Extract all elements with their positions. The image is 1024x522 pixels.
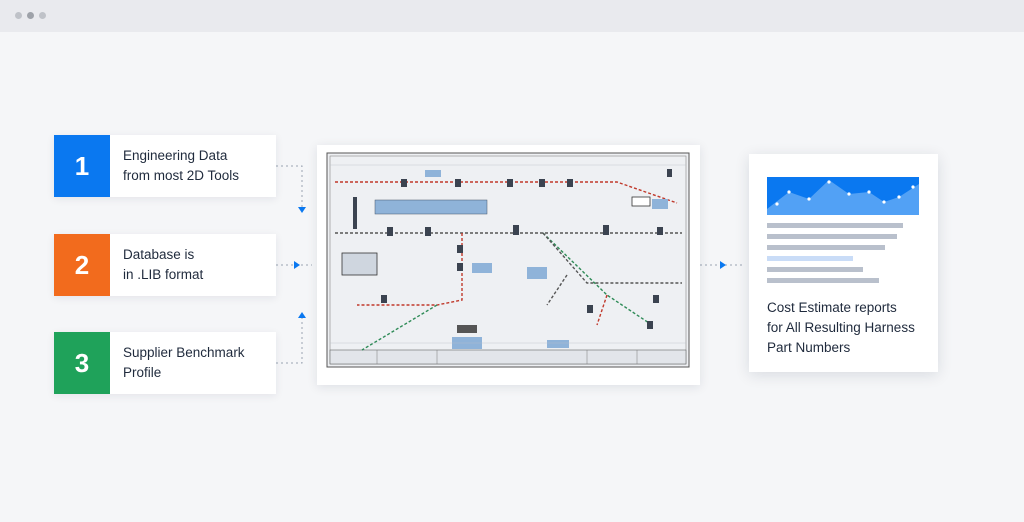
- step-label: Database is in .LIB format: [110, 234, 203, 296]
- step-label-line: Database is: [123, 247, 195, 262]
- report-caption-line: Part Numbers: [767, 340, 851, 355]
- connector-step-1: [276, 165, 303, 212]
- report-caption-line: Cost Estimate reports: [767, 300, 897, 315]
- connector-step-3: [276, 318, 303, 364]
- step-label-line: Profile: [123, 365, 162, 380]
- step-label-line: Supplier Benchmark: [123, 345, 245, 360]
- report-chart-image: [767, 177, 919, 283]
- arrow-right-icon: [720, 261, 726, 269]
- harness-drawing-card: [317, 145, 700, 385]
- step-label-line: from most 2D Tools: [123, 168, 240, 183]
- step-number-badge: 2: [54, 234, 110, 296]
- arrow-up-icon: [298, 312, 306, 318]
- step-label-line: in .LIB format: [123, 267, 204, 282]
- arrow-down-icon: [298, 207, 306, 213]
- step-card-3: 3 Supplier Benchmark Profile: [54, 332, 276, 394]
- step-label: Engineering Data from most 2D Tools: [110, 135, 239, 197]
- step-card-1: 1 Engineering Data from most 2D Tools: [54, 135, 276, 197]
- step-label: Supplier Benchmark Profile: [110, 332, 245, 394]
- harness-drawing-image: [326, 152, 690, 368]
- step-number-badge: 1: [54, 135, 110, 197]
- report-caption-line: for All Resulting Harness: [767, 320, 915, 335]
- step-label-line: Engineering Data: [123, 148, 228, 163]
- step-card-2: 2 Database is in .LIB format: [54, 234, 276, 296]
- step-number-badge: 3: [54, 332, 110, 394]
- cost-report-card: Cost Estimate reports for All Resulting …: [749, 154, 938, 372]
- report-caption: Cost Estimate reports for All Resulting …: [767, 298, 932, 358]
- arrow-right-icon: [294, 261, 300, 269]
